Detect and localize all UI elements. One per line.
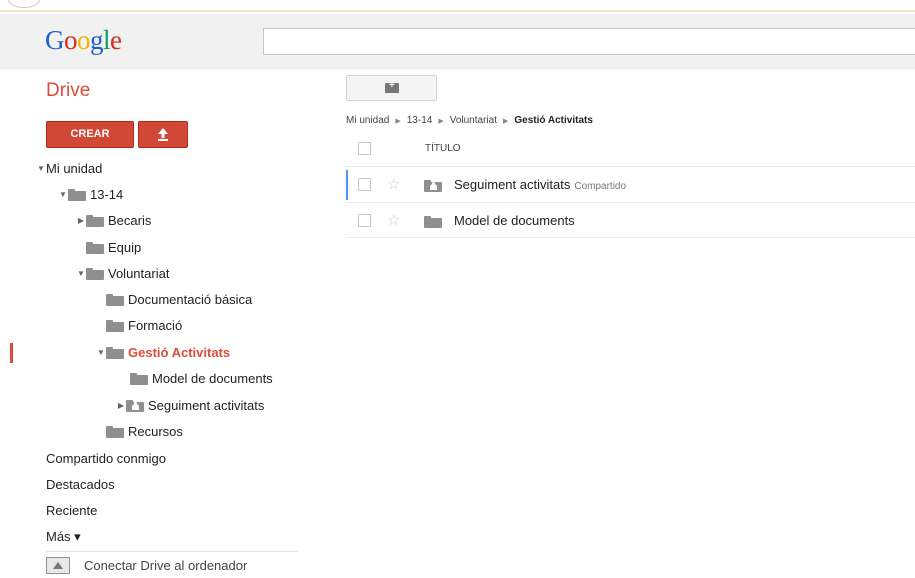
tree-item-gestio-activitats[interactable]: ▼ Gestió Activitats xyxy=(96,343,230,363)
star-icon[interactable]: ☆ xyxy=(387,213,400,228)
tree-item-label: Equip xyxy=(108,240,142,255)
tree-item-label: Seguiment activitats xyxy=(148,398,265,413)
folder-icon xyxy=(106,426,124,438)
tree-item-formacio[interactable]: Formació xyxy=(106,316,182,336)
recent-link[interactable]: Reciente xyxy=(46,501,97,521)
select-all-checkbox[interactable] xyxy=(358,142,371,155)
folder-icon xyxy=(86,242,104,254)
tree-item-label: Documentació básica xyxy=(128,292,253,307)
row-checkbox[interactable] xyxy=(358,214,371,227)
tree-item-label: 13-14 xyxy=(90,187,124,202)
breadcrumb: Mi unidad ▶ 13-14 ▶ Voluntariat ▶ Gestió… xyxy=(346,115,593,126)
tree-item-documentacio-basica[interactable]: Documentació básica xyxy=(106,290,252,310)
tree-item-voluntariat[interactable]: ▼ Voluntariat xyxy=(76,264,169,284)
tree-item-mi-unidad[interactable]: ▼ Mi unidad xyxy=(36,159,102,179)
expand-arrow-icon[interactable]: ▼ xyxy=(58,185,68,205)
tree-item-equip[interactable]: Equip xyxy=(86,238,141,258)
folder-icon xyxy=(106,294,124,306)
breadcrumb-item[interactable]: Voluntariat xyxy=(450,115,497,126)
tree-item-label: Gestió Activitats xyxy=(128,345,231,360)
expand-arrow-icon[interactable]: ▼ xyxy=(76,264,86,284)
tree-item-label: Voluntariat xyxy=(108,266,170,281)
folder-icon xyxy=(86,215,104,227)
file-name: Model de documents xyxy=(454,213,575,228)
sidebar-divider xyxy=(46,551,298,552)
tree-item-label: Formació xyxy=(128,318,183,333)
breadcrumb-separator-icon: ▶ xyxy=(438,117,444,125)
browser-tab-edge xyxy=(8,0,40,8)
header-divider xyxy=(346,166,915,167)
tree-item-label: Model de documents xyxy=(152,371,273,386)
tree-item-model-de-documents[interactable]: Model de documents xyxy=(130,369,273,389)
breadcrumb-item[interactable]: Mi unidad xyxy=(346,115,389,126)
tree-item-label: Recursos xyxy=(128,424,183,439)
row-divider xyxy=(346,202,915,203)
shared-with-me-link[interactable]: Compartido conmigo xyxy=(46,449,166,469)
folder-icon xyxy=(86,268,104,280)
search-input[interactable] xyxy=(263,28,915,55)
folder-icon xyxy=(130,373,148,385)
folder-icon xyxy=(106,320,124,332)
more-link[interactable]: Más ▾ xyxy=(46,527,81,547)
row-focus-indicator xyxy=(346,170,348,200)
tree-item-becaris[interactable]: ▶ Becaris xyxy=(76,211,151,231)
create-button[interactable]: CREAR xyxy=(46,121,134,148)
folder-icon xyxy=(68,189,86,201)
expand-arrow-icon[interactable]: ▼ xyxy=(96,343,106,363)
file-row-name[interactable]: Seguiment activitats Compartido xyxy=(454,177,626,192)
collapsed-arrow-icon[interactable]: ▶ xyxy=(76,211,86,231)
connect-drive-label: Conectar Drive al ordenador xyxy=(84,558,248,573)
starred-link[interactable]: Destacados xyxy=(46,475,115,495)
breadcrumb-item[interactable]: 13-14 xyxy=(407,115,433,126)
google-logo[interactable]: Google xyxy=(45,25,122,56)
browser-top-strip xyxy=(0,0,915,12)
folder-icon xyxy=(424,216,442,228)
file-name: Seguiment activitats xyxy=(454,177,571,192)
shared-tag: Compartido xyxy=(574,181,627,192)
breadcrumb-separator-icon: ▶ xyxy=(395,117,401,125)
upload-button[interactable] xyxy=(138,121,188,148)
expand-arrow-icon[interactable]: ▼ xyxy=(36,159,46,179)
tree-item-13-14[interactable]: ▼ 13-14 xyxy=(58,185,123,205)
drive-title[interactable]: Drive xyxy=(46,80,90,102)
tree-item-label: Becaris xyxy=(108,213,152,228)
tree-item-recursos[interactable]: Recursos xyxy=(106,422,183,442)
active-item-indicator xyxy=(10,343,13,363)
new-folder-button[interactable] xyxy=(346,75,437,101)
header: Google xyxy=(0,14,915,69)
shared-folder-icon xyxy=(424,180,442,192)
drive-sync-icon xyxy=(46,557,70,574)
title-column-header[interactable]: TÍTULO xyxy=(425,143,461,154)
breadcrumb-current: Gestió Activitats xyxy=(514,115,593,126)
tree-item-seguiment-activitats[interactable]: ▶ Seguiment activitats xyxy=(116,396,264,416)
file-row-name[interactable]: Model de documents xyxy=(454,213,575,228)
folder-icon xyxy=(106,347,124,359)
star-icon[interactable]: ☆ xyxy=(387,177,400,192)
new-folder-icon xyxy=(385,80,399,93)
row-divider xyxy=(346,237,915,238)
breadcrumb-separator-icon: ▶ xyxy=(502,117,509,125)
shared-folder-icon xyxy=(126,400,144,412)
tree-item-label: Mi unidad xyxy=(46,161,103,176)
collapsed-arrow-icon[interactable]: ▶ xyxy=(116,396,126,416)
upload-icon xyxy=(158,128,168,141)
row-checkbox[interactable] xyxy=(358,178,371,191)
connect-drive-link[interactable]: Conectar Drive al ordenador xyxy=(46,557,247,574)
